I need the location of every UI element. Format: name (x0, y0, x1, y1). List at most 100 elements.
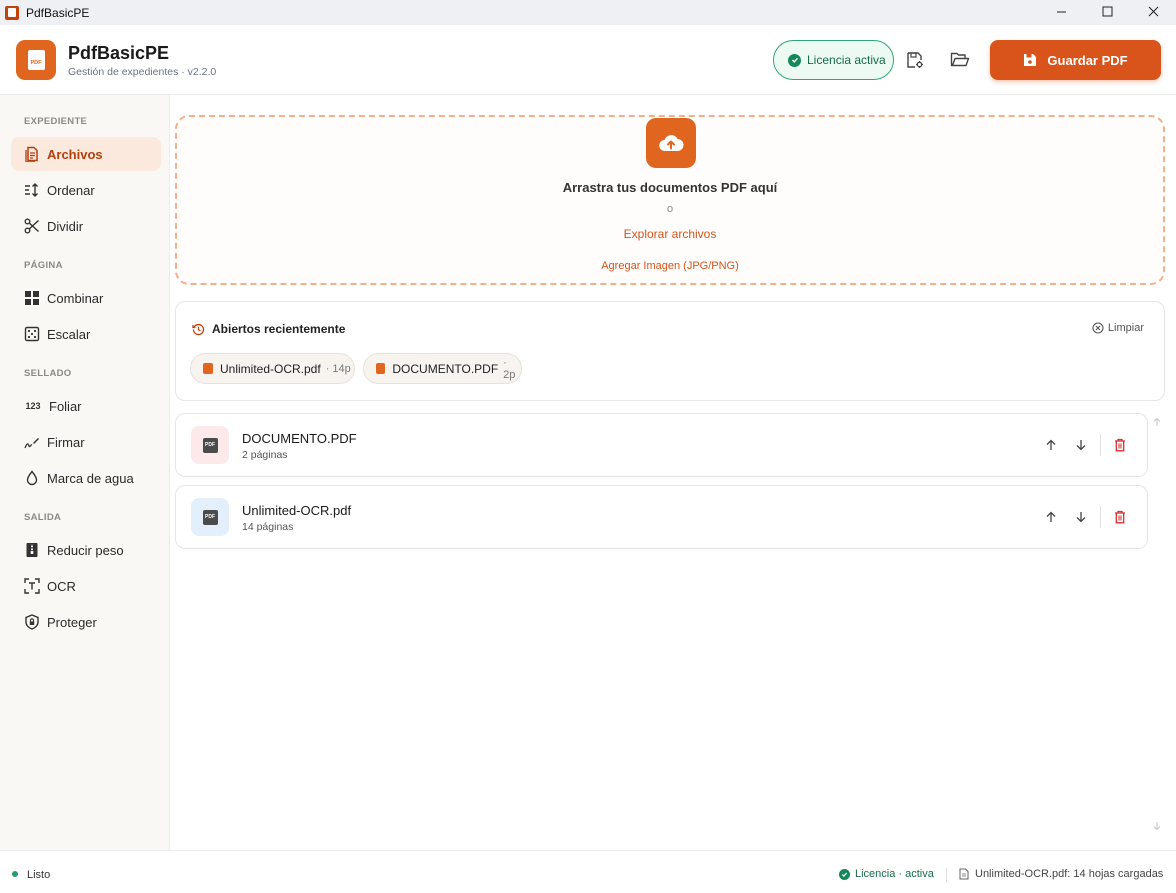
drop-zone-or: o (666, 203, 674, 215)
trash-icon (1115, 510, 1125, 524)
maximize-button[interactable] (1084, 0, 1130, 22)
check-circle-icon (839, 868, 850, 880)
ocr-icon (24, 578, 40, 594)
history-icon (192, 323, 205, 335)
window-controls (1038, 0, 1176, 25)
file-card[interactable]: PDF DOCUMENTO.PDF 2 páginas (175, 413, 1148, 477)
sidebar-section-expediente: EXPEDIENTE (24, 116, 88, 127)
move-down-button[interactable] (1072, 508, 1090, 526)
clear-recents-button[interactable]: Limpiar (1092, 322, 1144, 334)
app-subtitle: Gestión de expedientes · v2.2.0 (68, 66, 217, 78)
sidebar-item-label: Dividir (47, 218, 84, 234)
license-label: Licencia activa (807, 53, 886, 67)
sidebar-item-foliar[interactable]: 123 Foliar (11, 389, 161, 423)
status-license: Licencia · activa (839, 868, 934, 880)
arrow-up-icon (1046, 511, 1056, 522)
window-title: PdfBasicPE (26, 5, 90, 20)
pdf-file-icon (376, 363, 386, 374)
status-indicator-dot (12, 871, 18, 877)
scroll-down-button[interactable] (1149, 818, 1165, 834)
open-folder-button[interactable] (949, 50, 971, 70)
sidebar-section-sellado: SELLADO (24, 368, 72, 379)
trash-icon (1115, 438, 1125, 452)
file-thumbnail: PDF (191, 498, 229, 536)
file-card[interactable]: PDF Unlimited-OCR.pdf 14 páginas (175, 485, 1148, 549)
recent-file-pages: · 2p (503, 356, 516, 381)
app-name: PdfBasicPE (68, 43, 170, 63)
sidebar-item-label: Foliar (49, 398, 82, 414)
arrow-up-icon (1153, 417, 1161, 426)
sidebar-item-label: Archivos (47, 146, 103, 162)
status-file-info: Unlimited-OCR.pdf: 14 hojas cargadas (959, 868, 1163, 880)
sidebar-item-label: Combinar (47, 290, 104, 306)
sidebar-item-archivos[interactable]: Archivos (11, 137, 161, 171)
minimize-button[interactable] (1038, 0, 1084, 22)
sidebar-item-label: Firmar (47, 434, 85, 450)
scroll-up-button[interactable] (1149, 414, 1165, 430)
close-window-button[interactable] (1130, 0, 1176, 22)
sidebar-item-label: OCR (47, 578, 76, 594)
file-thumbnail: PDF (191, 426, 229, 464)
sidebar-item-firmar[interactable]: Firmar (11, 425, 161, 459)
sidebar-item-marca-de-agua[interactable]: Marca de agua (11, 461, 161, 495)
pdf-file-icon: PDF (202, 437, 218, 453)
save-pdf-button[interactable]: Guardar PDF (990, 40, 1161, 80)
pdf-logo-icon: PDF (27, 50, 45, 70)
sidebar-item-ocr[interactable]: OCR (11, 569, 161, 603)
signature-icon (24, 434, 40, 450)
controls-divider (1100, 434, 1101, 456)
sidebar-item-escalar[interactable]: Escalar (11, 317, 161, 351)
save-pdf-label: Guardar PDF (1047, 52, 1128, 68)
sidebar-item-dividir[interactable]: Dividir (11, 209, 161, 243)
move-up-button[interactable] (1042, 436, 1060, 454)
sidebar-item-proteger[interactable]: Proteger (11, 605, 161, 639)
sidebar-item-reducir-peso[interactable]: Reducir peso (11, 533, 161, 567)
status-text: Listo (27, 869, 51, 881)
sidebar-item-label: Ordenar (47, 182, 95, 198)
droplet-icon (24, 470, 40, 486)
maximize-icon (1102, 6, 1112, 16)
sidebar-item-combinar[interactable]: Combinar (11, 281, 161, 315)
add-image-link[interactable]: Agregar Imagen (JPG/PNG) (177, 260, 1163, 272)
browse-files-link[interactable]: Explorar archivos (177, 227, 1163, 241)
move-up-button[interactable] (1042, 508, 1060, 526)
arrow-down-icon (1076, 512, 1086, 523)
sidebar-item-label: Proteger (47, 614, 97, 630)
arrow-up-icon (1046, 439, 1056, 450)
floppy-icon (1024, 54, 1037, 66)
check-circle-icon (788, 53, 801, 67)
shield-lock-icon (24, 614, 40, 630)
file-pages: 2 páginas (242, 449, 288, 461)
file-text-icon (24, 146, 40, 162)
folder-open-icon (950, 52, 970, 67)
recent-files-panel: Abiertos recientemente Limpiar Unlimited… (175, 301, 1165, 401)
scissors-icon (24, 218, 40, 234)
recent-file-chip[interactable]: DOCUMENTO.PDF · 2p (363, 353, 522, 384)
controls-divider (1100, 506, 1101, 528)
save-settings-button[interactable] (904, 50, 926, 70)
sidebar-item-label: Reducir peso (47, 542, 124, 558)
sidebar-section-salida: SALIDA (24, 512, 62, 523)
recent-file-chip[interactable]: Unlimited-OCR.pdf · 14p (190, 353, 355, 384)
drop-zone-title: Arrastra tus documentos PDF aquí (562, 180, 778, 195)
app-logo: PDF (16, 40, 56, 80)
delete-file-button[interactable] (1111, 508, 1129, 526)
app-window-icon (5, 5, 19, 20)
sidebar-section-pagina: PÁGINA (24, 260, 63, 271)
file-name: Unlimited-OCR.pdf (242, 503, 352, 518)
file-icon (959, 868, 969, 880)
sidebar-item-ordenar[interactable]: Ordenar (11, 173, 161, 207)
window-titlebar: PdfBasicPE (0, 0, 1176, 25)
move-down-button[interactable] (1072, 436, 1090, 454)
close-icon (1148, 6, 1158, 16)
recent-file-name: Unlimited-OCR.pdf (220, 361, 321, 376)
arrow-down-icon (1076, 440, 1086, 451)
pdf-drop-zone[interactable]: Arrastra tus documentos PDF aquí o Explo… (175, 115, 1165, 285)
status-license-text: Licencia · activa (855, 868, 934, 880)
minimize-icon (1056, 11, 1066, 12)
scale-icon (24, 326, 40, 342)
license-status-badge[interactable]: Licencia activa (773, 40, 894, 80)
delete-file-button[interactable] (1111, 436, 1129, 454)
sidebar-item-label: Escalar (47, 326, 91, 342)
pdf-file-icon: PDF (202, 509, 218, 525)
